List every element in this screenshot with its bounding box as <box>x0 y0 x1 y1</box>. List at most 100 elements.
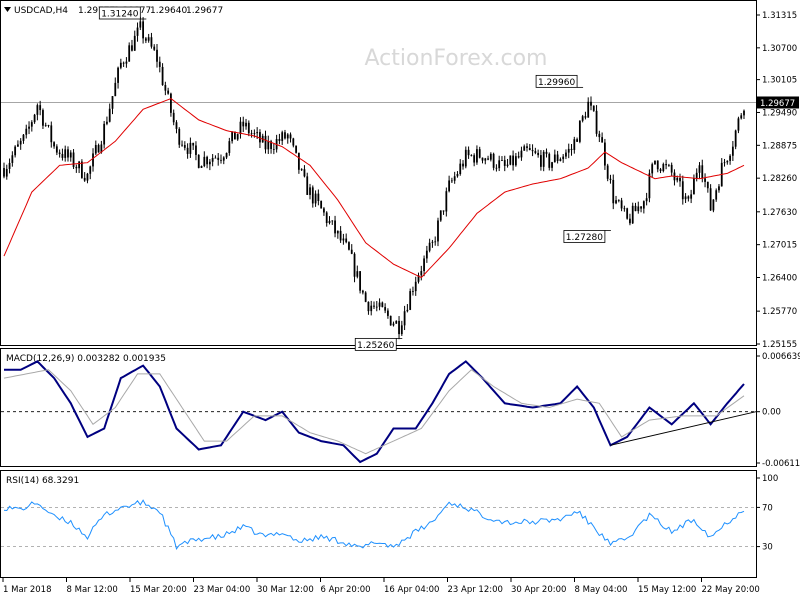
rsi-label: RSI(14) 68.3291 <box>6 476 79 486</box>
candle-body <box>306 176 309 195</box>
candle-body <box>317 193 320 201</box>
candle-body <box>208 161 211 165</box>
time-tick-label: 23 Apr 12:00 <box>448 585 503 595</box>
price-annotation-label: 1.25260 <box>357 341 394 351</box>
candle-body <box>17 144 19 147</box>
candle-body <box>292 138 295 146</box>
candle-body <box>320 200 323 209</box>
candle-body <box>704 178 706 182</box>
candle-body <box>147 37 150 41</box>
candle-body <box>743 110 745 116</box>
candle-body <box>453 176 456 181</box>
candle-body <box>562 156 565 160</box>
macd-panel-frame <box>0 348 757 467</box>
candle-body <box>3 168 5 177</box>
rsi-tick-label: 30 <box>762 543 773 553</box>
candle-body <box>328 220 331 224</box>
candle-body <box>334 220 336 234</box>
candle-body <box>139 21 142 28</box>
candle-body <box>197 154 200 168</box>
candle-body <box>356 271 359 277</box>
candle-body <box>503 160 506 166</box>
candle-body <box>445 191 448 212</box>
candle-body <box>339 230 342 241</box>
candle-body <box>629 218 631 224</box>
time-tick-label: 15 Mar 20:00 <box>130 585 187 595</box>
candle-body <box>289 134 292 139</box>
price-annotation-label: 1.29960 <box>538 78 575 88</box>
candle-body <box>395 320 398 324</box>
candle-body <box>587 101 590 118</box>
candle-body <box>186 147 189 154</box>
candle-body <box>718 186 720 191</box>
rsi-tick-label: 70 <box>762 503 773 513</box>
candle-body <box>737 118 740 131</box>
candle-body <box>414 281 417 292</box>
candle-body <box>667 164 670 166</box>
price-tick-label: 1.31315 <box>762 11 797 21</box>
candle-body <box>69 152 72 158</box>
macd-label: MACD(12,26,9) 0.003282 0.001935 <box>6 354 166 364</box>
candle-body <box>214 157 217 159</box>
candle-body <box>514 156 517 166</box>
candle-body <box>170 93 172 113</box>
price-tick-label: 1.25770 <box>762 307 797 317</box>
candle-body <box>715 190 718 200</box>
candle-body <box>392 323 395 326</box>
candle-body <box>125 61 128 64</box>
candle-body <box>495 167 498 169</box>
candle-body <box>531 150 534 152</box>
candle-body <box>576 139 578 142</box>
candle-body <box>75 166 78 169</box>
candle-body <box>476 149 478 163</box>
time-axis: 1 Mar 2018 8 Mar 12:00 15 Mar 20:00 23 Mar … <box>2 578 760 595</box>
candle-body <box>236 134 239 140</box>
candle-body <box>239 121 242 135</box>
candle-body <box>44 125 47 126</box>
candle-body <box>47 125 50 126</box>
candle-body <box>428 242 431 251</box>
price-tick-label: 1.28875 <box>762 141 797 151</box>
candle-body <box>281 132 284 141</box>
candle-body <box>626 208 629 219</box>
candle-body <box>509 155 512 165</box>
candle-body <box>375 306 378 308</box>
candle-body <box>19 140 22 145</box>
candle-body <box>336 230 339 234</box>
candle-body <box>729 155 731 161</box>
candle-body <box>211 157 214 162</box>
time-tick-label: 6 Apr 20:00 <box>321 585 371 595</box>
candle-body <box>80 161 83 178</box>
watermark: ActionForex.com <box>365 46 548 71</box>
candle-body <box>175 122 178 129</box>
time-tick-label: 30 Apr 20:00 <box>511 585 566 595</box>
candle-body <box>55 146 58 153</box>
candle-body <box>178 128 181 145</box>
candle-body <box>473 155 476 163</box>
candle-body <box>272 148 275 150</box>
chart-canvas: ActionForex.com USDCAD,H4 1.29777 1.2987… <box>0 0 800 595</box>
candle-body <box>11 155 14 163</box>
candle-body <box>103 123 106 145</box>
candle-body <box>648 173 651 199</box>
candle-body <box>609 178 612 180</box>
candle-body <box>144 38 147 41</box>
candle-body <box>225 152 228 158</box>
candle-body <box>487 158 489 160</box>
candle-body <box>604 142 606 166</box>
candle-body <box>501 160 503 161</box>
candle-body <box>348 242 350 250</box>
candle-body <box>183 145 186 148</box>
candle-body <box>361 290 364 293</box>
candle-body <box>231 131 234 142</box>
candle-body <box>284 132 286 139</box>
candle-body <box>540 155 542 167</box>
candle-body <box>189 142 192 154</box>
rsi-panel-frame <box>0 470 757 578</box>
candle-body <box>423 258 425 272</box>
candle-body <box>623 208 626 210</box>
candle-body <box>467 149 470 156</box>
candle-body <box>559 159 562 161</box>
candle-body <box>33 114 36 123</box>
candle-body <box>470 155 473 156</box>
